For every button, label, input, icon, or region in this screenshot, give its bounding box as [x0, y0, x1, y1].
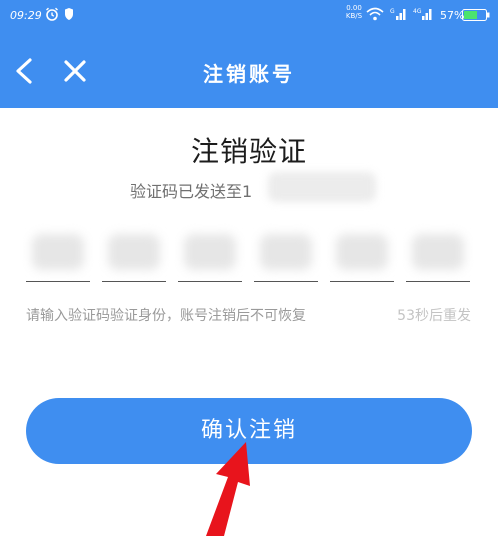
page-title: 注销账号 [203, 62, 295, 86]
code-sent-text: 验证码已发送至1 [130, 182, 253, 201]
code-underline [26, 281, 90, 282]
svg-text:4G: 4G [413, 8, 422, 15]
code-digit-mask [32, 234, 84, 270]
battery-percent: 57% [440, 9, 465, 22]
code-underline [254, 281, 318, 282]
code-digit-2[interactable] [102, 230, 166, 282]
status-time: 09:29 [10, 9, 42, 22]
cell-signal-4g-icon: 4G [413, 8, 432, 20]
code-underline [102, 281, 166, 282]
code-digit-mask [260, 234, 312, 270]
code-digit-4[interactable] [254, 230, 318, 282]
code-underline [330, 281, 394, 282]
code-digit-mask [336, 234, 388, 270]
code-digit-mask [108, 234, 160, 270]
code-underline [178, 281, 242, 282]
network-speed: 0.00 KB/S [342, 4, 366, 20]
verification-hint: 请输入验证码验证身份，账号注销后不可恢复 [26, 308, 306, 324]
wifi-icon [366, 7, 384, 21]
cell-signal-icon: G [390, 8, 406, 20]
code-digit-5[interactable] [330, 230, 394, 282]
masked-phone-number [268, 172, 376, 202]
shield-icon [65, 8, 73, 20]
top-app-bar: 09:29 0.00 KB/S G 4G 57% 注销账号 [0, 0, 498, 108]
battery-icon [462, 9, 490, 21]
red-arrow-icon [206, 442, 250, 536]
code-underline [406, 281, 470, 282]
network-speed-unit: KB/S [345, 12, 363, 20]
resend-countdown[interactable]: 53秒后重发 [397, 305, 471, 325]
code-digit-mask [184, 234, 236, 270]
code-digit-6[interactable] [406, 230, 470, 282]
code-digit-1[interactable] [26, 230, 90, 282]
network-speed-value: 0.00 [346, 4, 362, 12]
alarm-clock-icon [46, 7, 58, 21]
verification-heading: 注销验证 [190, 135, 307, 168]
code-digit-3[interactable] [178, 230, 242, 282]
svg-text:G: G [390, 8, 395, 15]
code-digit-mask [412, 234, 464, 270]
status-bar: 09:29 0.00 KB/S G 4G 57% [0, 0, 498, 30]
